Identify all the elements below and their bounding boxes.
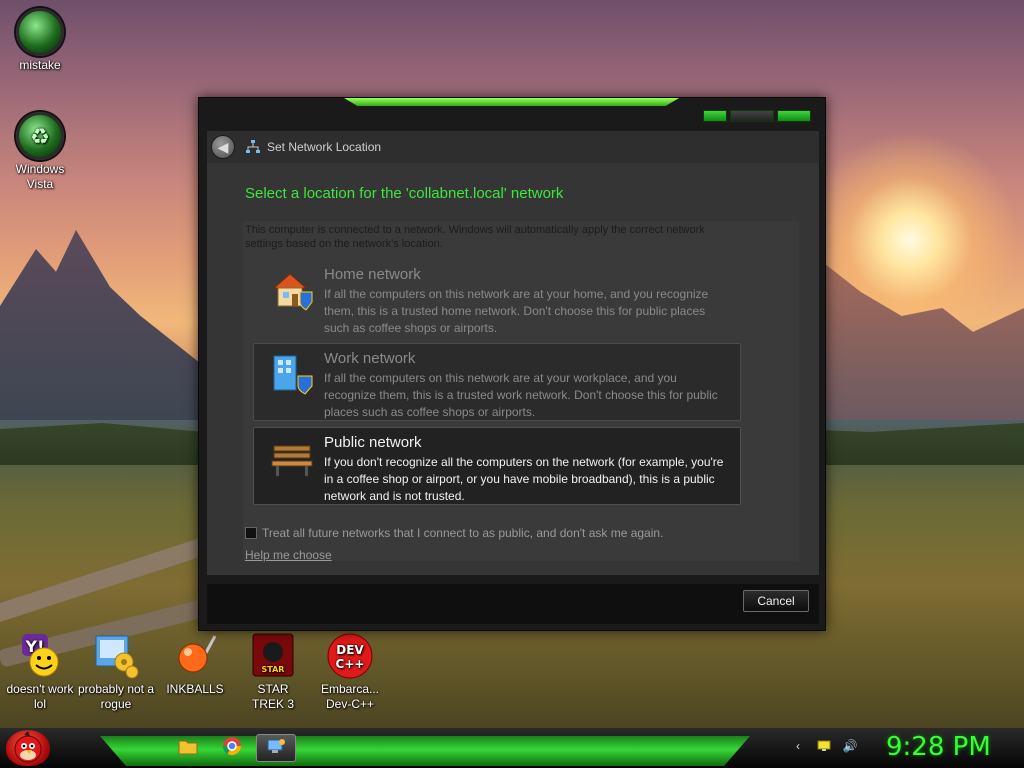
taskbar-clock[interactable]: 9:28 PM [886, 732, 991, 762]
wallpaper-mountain-left [0, 230, 200, 420]
desktop-icon-label: INKBALLS [166, 682, 224, 696]
home-network-option[interactable]: Home network If all the computers on thi… [253, 259, 741, 337]
desktop-icon-label: probably not a rogue [77, 682, 155, 711]
window-header: ◀ Set Network Location [207, 131, 819, 163]
desktop-icon-label: Windows Vista [15, 162, 65, 191]
option-description: If all the computers on this network are… [324, 287, 709, 335]
recycle-bin-icon: ♻ [16, 112, 64, 160]
office-building-icon [270, 352, 314, 396]
taskbar-explorer-button[interactable] [176, 736, 200, 760]
desktop-icon-label: Embarca... Dev-C++ [320, 682, 380, 711]
house-icon [270, 268, 314, 312]
window-content: Select a location for the 'collabnet.loc… [207, 163, 819, 575]
treat-as-public-row: Treat all future networks that I connect… [245, 526, 663, 540]
option-description: If all the computers on this network are… [324, 371, 718, 419]
svg-text:STAR: STAR [262, 665, 285, 674]
option-title: Work network [324, 350, 416, 367]
window-title: Set Network Location [267, 140, 382, 154]
set-network-location-window: ◀ Set Network Location Select a location… [198, 97, 826, 631]
angry-bird-icon [10, 730, 46, 766]
option-title: Home network [324, 266, 421, 283]
help-me-choose-link[interactable]: Help me choose [245, 548, 332, 562]
desktop-icon-inkballs[interactable]: INKBALLS [155, 632, 235, 697]
svg-text:DEV: DEV [336, 643, 364, 657]
desktop-icon-windows-vista[interactable]: ♻ Windows Vista [0, 112, 80, 192]
system-tray: ‹ 🔊 [790, 738, 858, 754]
yahoo-messenger-icon: Y! [16, 632, 64, 680]
taskbar-chrome-button[interactable] [220, 736, 244, 760]
desktop-icon-label: STAR TREK 3 [251, 682, 294, 711]
desktop-icon-yahoo[interactable]: Y! doesn't work lol [0, 632, 80, 712]
minimize-button[interactable] [703, 110, 727, 122]
chevron-left-icon[interactable]: ‹ [790, 738, 806, 754]
treat-as-public-checkbox[interactable] [245, 527, 257, 539]
folder-icon [178, 737, 198, 759]
option-description: If you don't recognize all the computers… [324, 455, 724, 503]
page-heading: Select a location for the 'collabnet.loc… [245, 185, 564, 202]
window-footer: Cancel [207, 584, 819, 624]
park-bench-icon [270, 436, 314, 480]
taskbar: ‹ 🔊 9:28 PM [0, 728, 1024, 768]
treat-as-public-label[interactable]: Treat all future networks that I connect… [262, 526, 663, 540]
desktop-icon-probably-not-a-rogue[interactable]: probably not a rogue [76, 632, 156, 712]
inkball-icon [171, 632, 219, 680]
network-icon [245, 139, 261, 155]
desktop-icon-mistake[interactable]: mistake [0, 8, 80, 73]
cancel-button[interactable]: Cancel [743, 590, 809, 612]
close-button[interactable] [777, 110, 811, 122]
network-tray-icon[interactable] [816, 738, 832, 754]
desktop-icon-label: doesn't work lol [6, 682, 74, 711]
star-trek-icon: STAR [249, 632, 297, 680]
green-orb-icon [16, 8, 64, 56]
work-network-option[interactable]: Work network If all the computers on thi… [253, 343, 741, 421]
window-top-glow [344, 98, 679, 106]
chrome-icon [222, 736, 242, 760]
window-controls [703, 110, 811, 122]
maximize-button[interactable] [730, 110, 774, 122]
public-network-option[interactable]: Public network If you don't recognize al… [253, 427, 741, 505]
taskbar-network-wizard-button[interactable] [256, 734, 296, 762]
desktop-icon-label: mistake [19, 58, 61, 72]
desktop-icon-dev-cpp[interactable]: DEV C++ Embarca... Dev-C++ [310, 632, 390, 712]
arrow-left-icon: ◀ [217, 138, 229, 155]
option-title: Public network [324, 434, 422, 451]
start-button[interactable] [6, 730, 50, 766]
network-wizard-icon [266, 737, 286, 759]
intro-text: This computer is connected to a network.… [245, 224, 705, 250]
svg-text:C++: C++ [336, 657, 365, 671]
control-panel-icon [92, 632, 140, 680]
volume-icon[interactable]: 🔊 [842, 738, 858, 754]
desktop-icon-star-trek[interactable]: STAR STAR TREK 3 [233, 632, 313, 712]
dev-cpp-icon: DEV C++ [326, 632, 374, 680]
back-button[interactable]: ◀ [211, 135, 235, 159]
